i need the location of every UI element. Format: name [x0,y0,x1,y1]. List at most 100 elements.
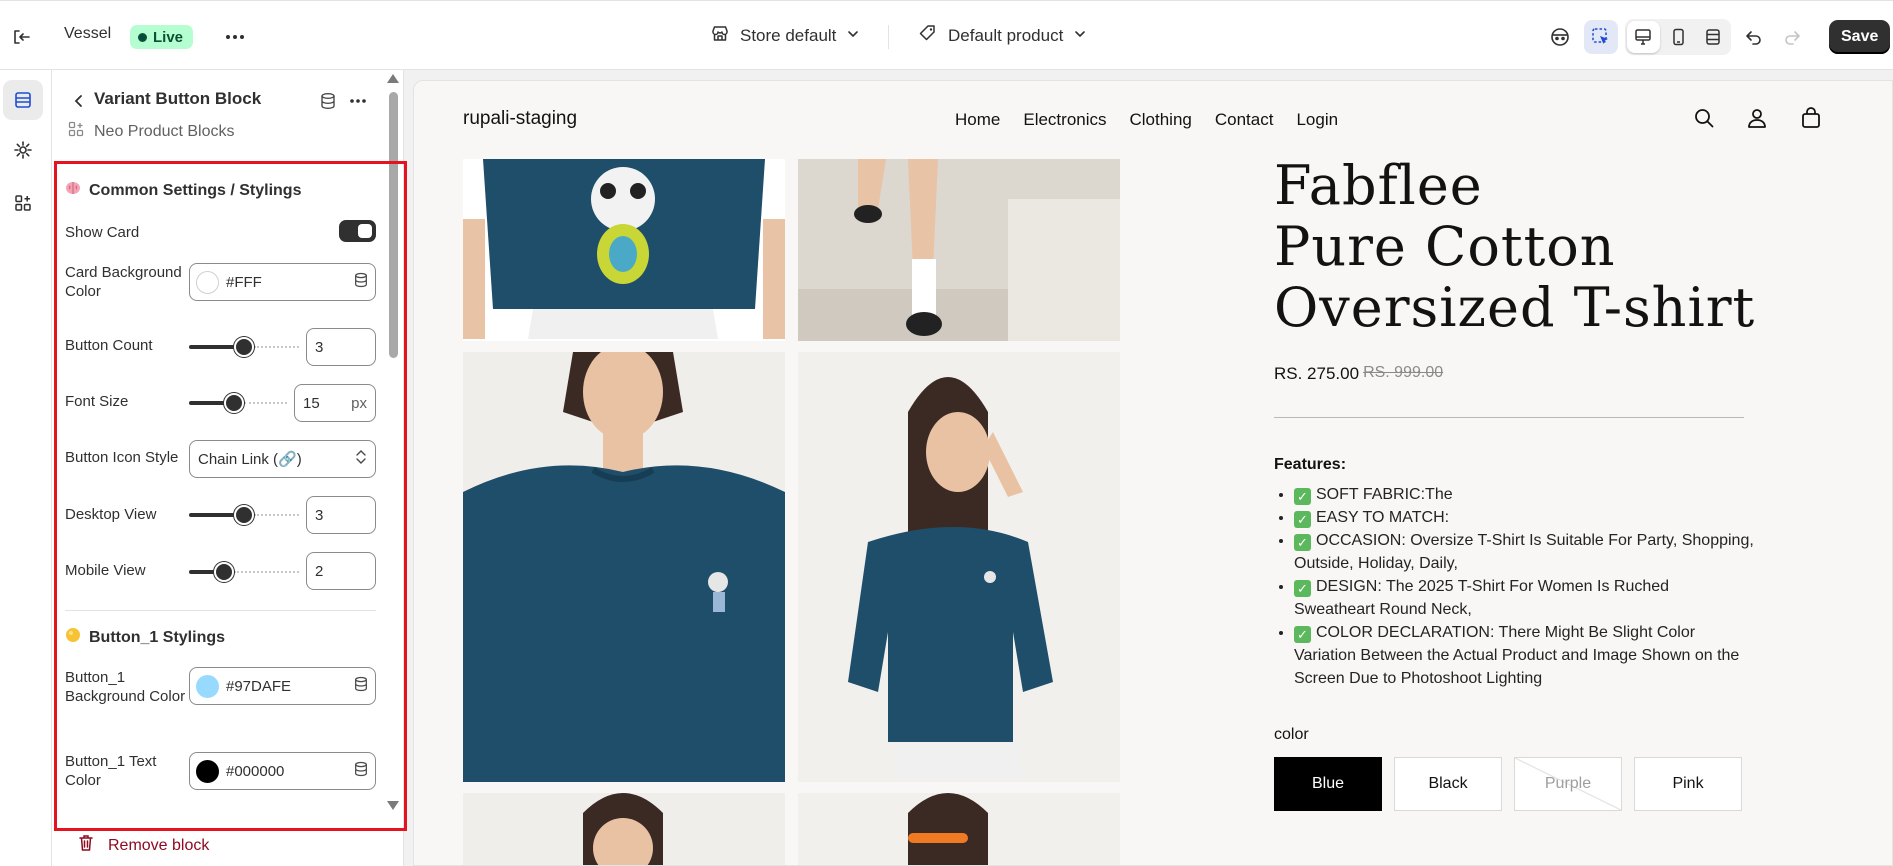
cart-icon[interactable] [1800,107,1822,134]
mobile-view-input[interactable]: 2 [306,552,376,590]
feature-text: SOFT FABRIC:The [1316,486,1453,503]
database-icon[interactable] [353,676,369,697]
panel-header: Variant Button Block Neo Product Blocks [52,70,404,160]
section-divider [65,610,376,611]
check-mark-icon: ✓ [1294,626,1311,643]
redo-icon[interactable] [1775,20,1809,54]
exit-icon[interactable] [4,20,38,54]
save-button[interactable]: Save [1829,20,1891,54]
slider-thumb[interactable] [224,393,244,413]
sections-icon[interactable] [3,80,43,120]
apps-icon[interactable] [3,183,43,223]
remove-block-label: Remove block [108,836,210,854]
store-selector-label: Store default [740,25,837,45]
remove-block-button[interactable]: Remove block [78,834,209,857]
variant-button-black[interactable]: Black [1394,757,1502,811]
common-settings-heading: Common Settings / Stylings [65,180,301,201]
color-swatch[interactable] [196,674,219,698]
slider-thumb[interactable] [234,337,254,357]
feature-text: OCCASION: Oversize T-Shirt Is Suitable F… [1294,532,1754,572]
product-image-1[interactable] [463,159,785,341]
section-title: Button_1 Stylings [89,628,226,646]
list-item: ✓COLOR DECLARATION: There Might Be Sligh… [1294,621,1754,690]
product-title: Fabflee Pure Cotton Oversized T-shirt [1274,155,1774,338]
desktop-view-input[interactable]: 3 [306,496,376,534]
button-count-input[interactable]: 3 [306,328,376,366]
nav-item-contact[interactable]: Contact [1215,110,1274,130]
search-icon[interactable] [1693,107,1715,134]
product-image-2[interactable] [798,159,1120,341]
button1-settings-heading: Button_1 Stylings [65,627,225,648]
slider-thumb[interactable] [214,562,234,582]
view-as-customer-icon[interactable] [1543,20,1577,54]
card-bg-color-field[interactable]: #FFF [189,263,376,301]
full-width-icon[interactable] [1696,21,1729,53]
live-dot-icon [138,32,147,42]
color-value: #000000 [226,762,285,780]
nav-item-home[interactable]: Home [955,110,1000,130]
button1-bg-color-field[interactable]: #97DAFE [189,667,376,705]
inspector-cursor-icon[interactable] [1584,20,1618,54]
desktop-icon[interactable] [1627,21,1660,53]
store-name[interactable]: rupali-staging [463,108,577,130]
icon-style-select[interactable]: Chain Link (🔗) [189,440,376,478]
database-icon[interactable] [353,761,369,782]
select-value: Chain Link (🔗) [198,451,302,468]
product-selector[interactable]: Default product [918,23,1087,48]
back-arrow-icon[interactable] [62,84,96,118]
device-switcher [1625,19,1731,55]
nav-item-electronics[interactable]: Electronics [1023,110,1106,130]
color-value: #FFF [226,273,262,291]
product-image-6[interactable] [798,793,1120,865]
scrollbar-thumb[interactable] [389,92,398,358]
app-name: Vessel [64,25,112,42]
color-swatch[interactable] [196,270,219,294]
check-mark-icon: ✓ [1294,580,1311,597]
product-image-3[interactable] [463,352,785,782]
mobile-icon[interactable] [1662,21,1695,53]
more-actions-icon[interactable] [218,20,252,54]
status-badge: Live [130,25,194,49]
desktop-view-slider[interactable] [189,505,299,525]
section-title: Common Settings / Stylings [89,181,302,199]
product-image-4[interactable] [798,352,1120,782]
gear-icon[interactable] [3,130,43,170]
mobile-view-slider[interactable] [189,562,299,582]
scroll-up-icon[interactable] [387,74,399,83]
sale-price: RS. 275.00 [1274,364,1360,383]
input-value: 15 [303,394,320,412]
variant-button-pink[interactable]: Pink [1634,757,1742,811]
variant-button-blue[interactable]: Blue [1274,757,1382,811]
button-count-slider[interactable] [189,337,299,357]
brain-icon [65,180,81,201]
variant-button-purple[interactable]: Purple [1514,757,1622,811]
scroll-down-icon[interactable] [387,801,399,810]
feature-text: EASY TO MATCH: [1316,509,1450,526]
product-title-line: Pure Cotton [1274,215,1616,278]
color-swatch[interactable] [196,759,219,783]
unit-label: px [351,394,367,412]
left-rail [0,70,52,866]
product-image-5[interactable] [463,793,785,865]
show-card-toggle[interactable] [339,220,376,242]
store-selector[interactable]: Store default [710,23,860,48]
mobile-view-label: Mobile View [65,562,146,579]
feature-text: COLOR DECLARATION: There Might Be Slight… [1294,624,1740,687]
database-icon[interactable] [314,87,342,115]
nav-item-login[interactable]: Login [1296,110,1338,130]
slider-thumb[interactable] [234,505,254,525]
compare-price: RS. 999.00 [1363,364,1444,381]
slider-track [254,514,299,516]
desktop-view-label: Desktop View [65,506,157,523]
list-item: ✓ EASY TO MATCH: [1294,506,1754,529]
more-options-icon[interactable] [344,87,372,115]
nav-item-clothing[interactable]: Clothing [1130,110,1192,130]
slider-track [244,402,287,404]
undo-icon[interactable] [1737,20,1771,54]
button1-text-color-field[interactable]: #000000 [189,752,376,790]
font-size-input[interactable]: 15 px [294,384,376,422]
font-size-slider[interactable] [189,393,287,413]
store-preview: rupali-staging Home Electronics Clothing… [413,80,1893,866]
database-icon[interactable] [353,272,369,293]
account-icon[interactable] [1746,107,1768,134]
